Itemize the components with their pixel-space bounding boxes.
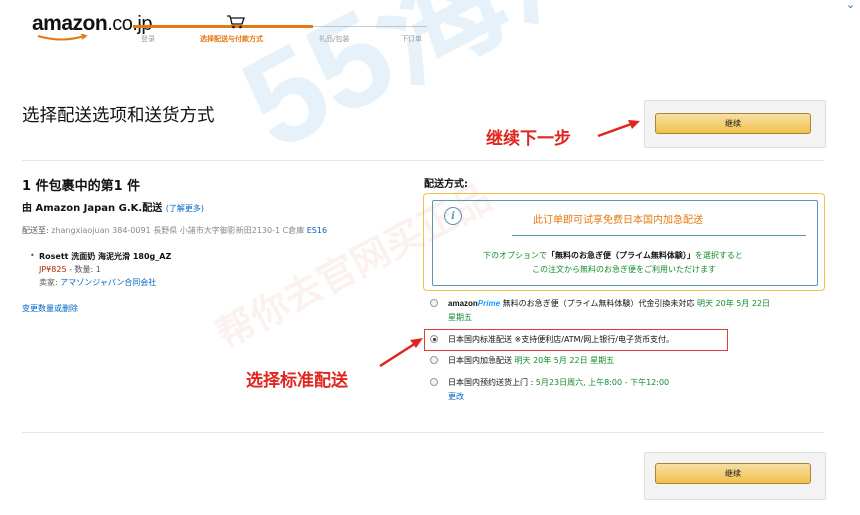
amazon-smile-icon <box>37 34 88 41</box>
amazon-logo[interactable]: amazon.co.jp <box>32 12 152 36</box>
radio-prime-free[interactable] <box>430 299 438 307</box>
option-standard[interactable]: 日本国内标准配送 ※支持便利店/ATM/网上银行/电子货币支付。 <box>448 334 674 345</box>
option-prime-free[interactable]: amazonPrime 無料のお急ぎ便（プライム無料体験）代金引換未対応 明天 … <box>448 298 770 309</box>
step-gift-wrap: 礼品/包装 <box>319 35 350 43</box>
item-price-qty: JP¥825 - 数量: 1 <box>39 265 101 274</box>
radio-standard[interactable] <box>430 335 438 343</box>
option-prime-free-weekday: 星期五 <box>448 313 472 322</box>
page-title: 选择配送选项和送货方式 <box>22 106 215 126</box>
step-shipping-payment: 选择配送与付款方式 <box>200 35 263 43</box>
amazon-prime-logo: amazonPrime <box>448 299 501 308</box>
annotation-continue-hint: 继续下一步 <box>486 129 571 149</box>
item-bullet: • <box>30 251 35 260</box>
step-signin: 登录 <box>141 35 155 43</box>
annotation-arrow-right-icon <box>597 120 640 138</box>
learn-more-link[interactable]: (了解更多) <box>166 204 204 213</box>
progress-active-bar <box>133 25 313 28</box>
radio-express[interactable] <box>430 356 438 364</box>
annotation-select-hint: 选择标准配送 <box>246 371 348 391</box>
step-place-order: 下订单 <box>401 35 422 43</box>
shipped-by: 由 Amazon Japan G.K.配送 (了解更多) <box>22 203 204 214</box>
continue-button-bottom[interactable]: 继续 <box>655 463 811 484</box>
change-schedule-link[interactable]: 更改 <box>448 391 464 402</box>
divider-top <box>22 160 824 161</box>
delivery-method-label: 配送方式: <box>424 179 468 190</box>
prime-offer-desc-line2: この注文から無料のお急ぎ便をご利用いただけます <box>532 265 716 274</box>
cart-icon <box>227 15 245 29</box>
item-name: Rosett 洗面奶 海泥光滑 180g_AZ <box>39 252 172 261</box>
prime-offer-title: 此订单即可试享免费日本国内加急配送 <box>533 215 703 226</box>
option-express[interactable]: 日本国内加急配送 明天 20年 5月 22日 星期五 <box>448 355 614 366</box>
option-scheduled[interactable]: 日本国内预约送货上门 : 5月23日周六, 上午8:00 - 下午12:00 <box>448 377 669 388</box>
shipping-address: 配送至: zhangxiaojuan 384-0091 長野県 小諸市大字御影新… <box>22 226 328 235</box>
change-quantity-link[interactable]: 变更数量或删除 <box>22 303 78 314</box>
continue-button-top[interactable]: 继续 <box>655 113 811 134</box>
shipment-title: 1 件包裹中的第1 件 <box>22 179 141 194</box>
annotation-arrow-up-icon <box>379 338 423 368</box>
info-icon: i <box>444 207 462 225</box>
radio-scheduled[interactable] <box>430 378 438 386</box>
chevron-down-icon[interactable]: ⌄ <box>846 0 855 11</box>
prime-offer-rule <box>512 235 806 236</box>
divider-bottom <box>22 432 824 433</box>
item-seller: 卖家: アマゾンジャパン合同会社 <box>39 278 157 287</box>
prime-offer-desc: 下のオプションで「無料のお急ぎ便（プライム無料体験）」を選択すると <box>483 251 743 260</box>
